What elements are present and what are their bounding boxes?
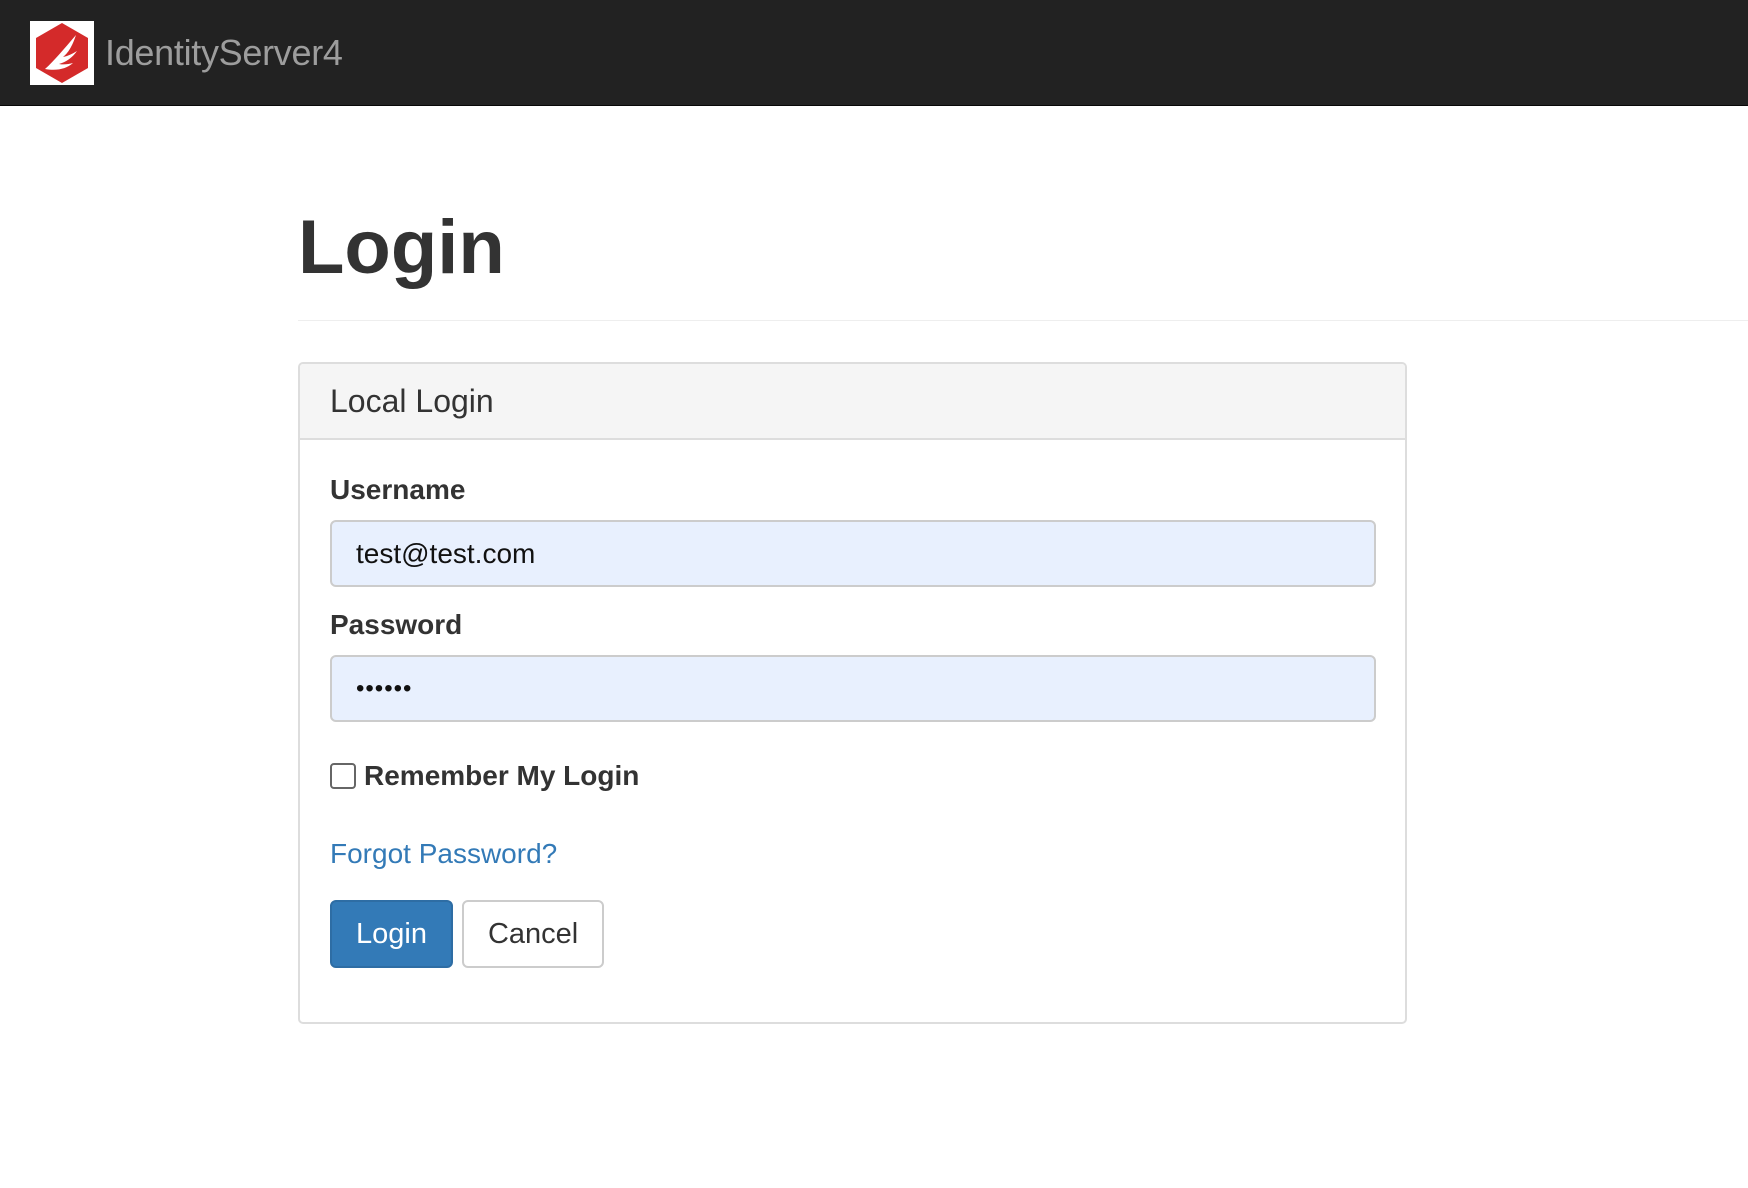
- navbar: IdentityServer4: [0, 0, 1748, 106]
- remember-login-row[interactable]: Remember My Login: [330, 760, 1375, 792]
- password-group: Password: [330, 609, 1376, 722]
- brand-link[interactable]: IdentityServer4: [30, 20, 343, 85]
- forgot-password-link[interactable]: Forgot Password?: [330, 838, 557, 870]
- username-group: Username: [330, 474, 1376, 587]
- login-button[interactable]: Login: [330, 900, 453, 968]
- panel-body: Username Password Remember My Login Forg…: [300, 440, 1405, 1022]
- panel-title: Local Login: [330, 382, 494, 419]
- identityserver-logo-icon: [30, 20, 94, 85]
- username-label: Username: [330, 474, 466, 505]
- main-container: Login Local Login Username Password Reme…: [298, 106, 1748, 1024]
- local-login-panel: Local Login Username Password Remember M…: [298, 362, 1407, 1024]
- remember-login-checkbox[interactable]: [330, 763, 356, 789]
- password-label: Password: [330, 609, 463, 640]
- panel-heading: Local Login: [300, 364, 1405, 440]
- password-input[interactable]: [330, 655, 1376, 722]
- page-title: Login: [298, 205, 505, 290]
- remember-login-label[interactable]: Remember My Login: [364, 760, 639, 792]
- username-input[interactable]: [330, 520, 1376, 587]
- brand-name: IdentityServer4: [105, 31, 343, 73]
- page-header: Login: [298, 210, 1748, 321]
- cancel-button[interactable]: Cancel: [461, 900, 605, 968]
- form-actions: Login Cancel: [330, 900, 1375, 968]
